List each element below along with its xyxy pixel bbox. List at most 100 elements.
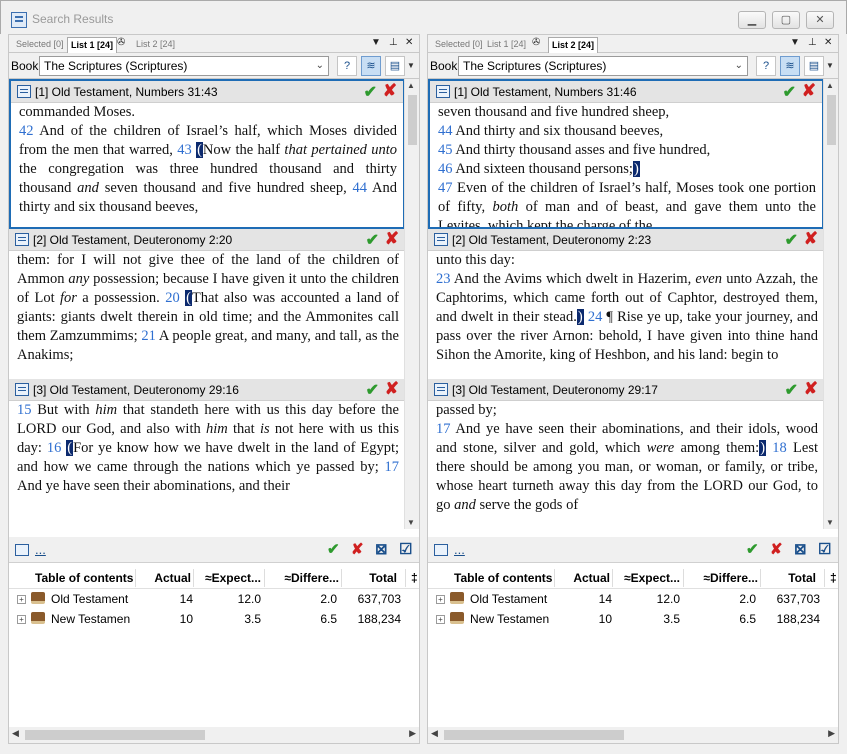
column-divider[interactable]	[760, 569, 761, 587]
column-divider[interactable]	[193, 569, 194, 587]
close-panel-icon[interactable]: ✕	[405, 37, 413, 48]
column-divider[interactable]	[554, 569, 555, 587]
tab-list-dropdown-icon[interactable]: ▼	[371, 37, 381, 48]
minimize-button[interactable]: ▁	[738, 11, 766, 29]
results-scrollbar[interactable]: ▲ ▼	[404, 79, 419, 529]
scroll-thumb[interactable]	[25, 730, 205, 740]
column-divider[interactable]	[612, 569, 613, 587]
close-button[interactable]: ✕	[806, 11, 834, 29]
table-row[interactable]: + Old Testament 14 12.0 2.0 637,703	[9, 589, 419, 609]
book-select[interactable]: The Scriptures (Scriptures) ⌄	[458, 56, 748, 76]
reject-all-icon[interactable]: ✘	[351, 540, 364, 558]
reject-x-icon[interactable]: ✘	[802, 81, 816, 101]
expand-icon[interactable]: +	[436, 615, 445, 624]
scroll-right-icon[interactable]: ▶	[409, 728, 416, 739]
checklist-icon[interactable]: ☑	[818, 540, 831, 558]
column-actual[interactable]: Actual	[573, 571, 610, 585]
clear-selection-icon[interactable]: ⊠	[794, 540, 807, 558]
tab-selected[interactable]: Selected [0]	[432, 37, 486, 53]
layout-view-icon[interactable]: ▤	[385, 56, 405, 76]
column-total[interactable]: Total	[369, 571, 397, 585]
expand-icon[interactable]: +	[436, 595, 445, 604]
accept-check-icon[interactable]: ✔	[364, 82, 377, 102]
reject-x-icon[interactable]: ✘	[385, 229, 399, 249]
column-divider[interactable]	[135, 569, 136, 587]
results-scrollbar[interactable]: ▲ ▼	[823, 79, 838, 529]
column-divider[interactable]	[341, 569, 342, 587]
reject-all-icon[interactable]: ✘	[770, 540, 783, 558]
graph-view-icon[interactable]: ≋	[361, 56, 381, 76]
pin-panel-icon[interactable]: ⊥	[808, 37, 817, 48]
layout-view-icon[interactable]: ▤	[804, 56, 824, 76]
pin-icon[interactable]: ✇	[117, 37, 125, 48]
scroll-up-icon[interactable]: ▲	[407, 81, 415, 90]
tab-list-2[interactable]: List 2 [24]	[548, 37, 599, 53]
pin-panel-icon[interactable]: ⊥	[389, 37, 398, 48]
more-link[interactable]: ...	[35, 542, 46, 557]
scroll-up-icon[interactable]: ▲	[826, 81, 834, 90]
search-result-card[interactable]: [3] Old Testament, Deuteronomy 29:17 ✔ ✘ pa…	[428, 379, 824, 529]
column-expected[interactable]: ≈Expect...	[624, 571, 680, 585]
column-divider[interactable]	[683, 569, 684, 587]
scroll-thumb[interactable]	[444, 730, 624, 740]
search-result-card[interactable]: [2] Old Testament, Deuteronomy 2:20 ✔ ✘ the…	[9, 229, 405, 379]
tab-list-1[interactable]: List 1 [24]	[67, 37, 118, 53]
accept-all-icon[interactable]: ✔	[327, 540, 340, 558]
reject-x-icon[interactable]: ✘	[804, 379, 818, 399]
table-row[interactable]: + Old Testament 14 12.0 2.0 637,703	[428, 589, 838, 609]
pin-icon[interactable]: ✇	[532, 37, 540, 48]
column-actual[interactable]: Actual	[154, 571, 191, 585]
accept-check-icon[interactable]: ✔	[366, 230, 379, 250]
tab-list-2[interactable]: List 2 [24]	[133, 37, 178, 53]
accept-check-icon[interactable]: ✔	[783, 82, 796, 102]
column-total[interactable]: Total	[788, 571, 816, 585]
tab-list-dropdown-icon[interactable]: ▼	[790, 37, 800, 48]
column-divider[interactable]	[264, 569, 265, 587]
column-expected[interactable]: ≈Expect...	[205, 571, 261, 585]
book-select[interactable]: The Scriptures (Scriptures) ⌄	[39, 56, 329, 76]
scroll-down-icon[interactable]: ▼	[407, 518, 415, 527]
reject-x-icon[interactable]: ✘	[804, 229, 818, 249]
scroll-left-icon[interactable]: ◀	[12, 728, 19, 739]
checklist-icon[interactable]: ☑	[399, 540, 412, 558]
expand-icon[interactable]: +	[17, 595, 26, 604]
search-result-card[interactable]: [1] Old Testament, Numbers 31:46 ✔ ✘ seven …	[428, 79, 824, 229]
search-result-card[interactable]: [1] Old Testament, Numbers 31:43 ✔ ✘ comman…	[9, 79, 405, 229]
search-result-card[interactable]: [2] Old Testament, Deuteronomy 2:23 ✔ ✘ unt…	[428, 229, 824, 379]
table-row[interactable]: + New Testamen 10 3.5 6.5 188,234	[9, 609, 419, 629]
column-divider[interactable]	[405, 569, 406, 587]
view-dropdown-icon[interactable]: ▼	[407, 61, 415, 70]
scroll-thumb[interactable]	[827, 95, 836, 145]
search-results-list[interactable]: [1] Old Testament, Numbers 31:46 ✔ ✘ seven …	[428, 79, 824, 529]
more-link[interactable]: ...	[454, 542, 465, 557]
scroll-down-icon[interactable]: ▼	[826, 518, 834, 527]
statistics-horizontal-scrollbar[interactable]: ◀ ▶	[9, 727, 419, 743]
column-difference[interactable]: ≈Differe...	[703, 571, 758, 585]
scroll-right-icon[interactable]: ▶	[828, 728, 835, 739]
help-icon[interactable]: ?	[337, 56, 357, 76]
search-results-list[interactable]: [1] Old Testament, Numbers 31:43 ✔ ✘ comman…	[9, 79, 405, 529]
accept-check-icon[interactable]: ✔	[785, 380, 798, 400]
reject-x-icon[interactable]: ✘	[383, 81, 397, 101]
column-table-of-contents[interactable]: Table of contents	[35, 571, 133, 585]
accept-check-icon[interactable]: ✔	[785, 230, 798, 250]
column-difference[interactable]: ≈Differe...	[284, 571, 339, 585]
search-result-card[interactable]: [3] Old Testament, Deuteronomy 29:16 ✔ ✘ 15…	[9, 379, 405, 529]
table-row[interactable]: + New Testamen 10 3.5 6.5 188,234	[428, 609, 838, 629]
view-dropdown-icon[interactable]: ▼	[826, 61, 834, 70]
graph-view-icon[interactable]: ≋	[780, 56, 800, 76]
accept-all-icon[interactable]: ✔	[746, 540, 759, 558]
maximize-button[interactable]: ▢	[772, 11, 800, 29]
close-panel-icon[interactable]: ✕	[824, 37, 832, 48]
scroll-left-icon[interactable]: ◀	[431, 728, 438, 739]
tab-list-1[interactable]: List 1 [24]	[484, 37, 529, 53]
expand-icon[interactable]: +	[17, 615, 26, 624]
help-icon[interactable]: ?	[756, 56, 776, 76]
statistics-horizontal-scrollbar[interactable]: ◀ ▶	[428, 727, 838, 743]
column-divider[interactable]	[824, 569, 825, 587]
tab-selected[interactable]: Selected [0]	[13, 37, 67, 53]
scroll-thumb[interactable]	[408, 95, 417, 145]
clear-selection-icon[interactable]: ⊠	[375, 540, 388, 558]
column-table-of-contents[interactable]: Table of contents	[454, 571, 552, 585]
accept-check-icon[interactable]: ✔	[366, 380, 379, 400]
